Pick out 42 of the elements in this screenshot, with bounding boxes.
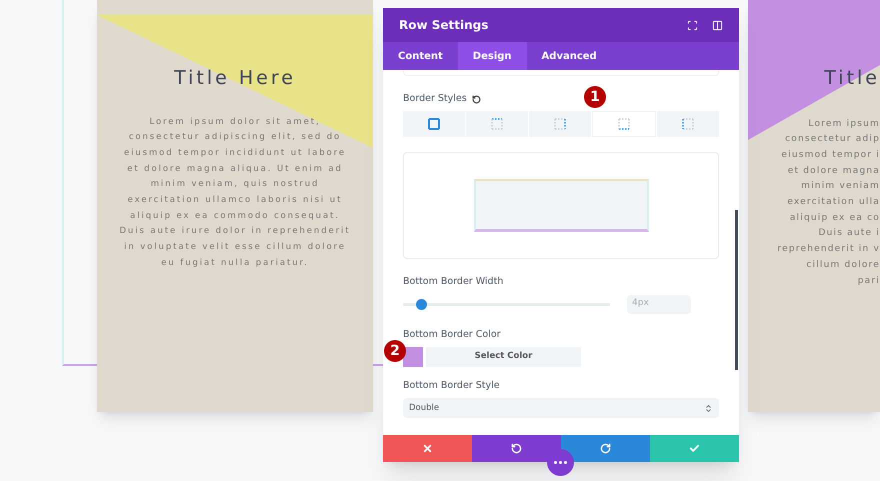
select-color-button[interactable]: Select Color bbox=[426, 346, 581, 367]
border-style-icon bbox=[554, 118, 566, 130]
modal-title: Row Settings bbox=[399, 17, 488, 34]
reset-icon[interactable] bbox=[472, 94, 481, 104]
style-select[interactable]: Double bbox=[403, 398, 719, 418]
card-body-text: Lorem ipsum dolor sit amet, consectetur adipiscing elit, sed do eiusmod tempor incididunt ut labore et dolore magna aliqua. Ut enim ad minim veniam, quis nostrud exercitation ullamco laboris nisi ut aliquip ex ea commodo consequat. Duis aute irure dolor in reprehenderit in voluptate velit esse cillum dolore eu fugiat nulla pariatur. bbox=[118, 116, 352, 270]
expand-icon[interactable] bbox=[687, 20, 698, 30]
card-title: Title Here bbox=[174, 66, 296, 91]
card-body-line: cillum dolore bbox=[806, 258, 880, 272]
card-body-line: Duis aute i bbox=[818, 227, 880, 240]
border-style-icon bbox=[682, 118, 694, 130]
card-body-line: Lorem ipsum bbox=[808, 118, 880, 130]
card-body-line: consectetur adip bbox=[785, 133, 880, 146]
undo-icon bbox=[511, 443, 522, 454]
border-style-option[interactable] bbox=[403, 111, 465, 138]
card-body-line: pari bbox=[858, 274, 880, 288]
tab[interactable]: Design bbox=[458, 42, 527, 70]
card-body-line: exercitation ulla bbox=[787, 196, 880, 210]
field-label: Bottom Border Style bbox=[403, 378, 501, 393]
close-icon bbox=[422, 443, 433, 454]
redo-button[interactable] bbox=[561, 435, 650, 462]
card-title: Title bbox=[824, 66, 880, 91]
field-label: Bottom Border Color bbox=[403, 328, 502, 342]
field-label: Bottom Border Width bbox=[403, 275, 504, 290]
check-icon bbox=[689, 443, 700, 454]
card-body-line: eiusmod tempor i bbox=[781, 148, 880, 162]
tab[interactable]: Content bbox=[383, 42, 458, 70]
field-label: Border Styles bbox=[403, 92, 467, 106]
slider-thumb[interactable] bbox=[416, 298, 428, 310]
border-style-icon bbox=[618, 118, 630, 130]
redo-icon bbox=[600, 443, 611, 454]
select-caret-icon bbox=[704, 404, 713, 412]
card-body-line: et dolore magna bbox=[788, 164, 880, 178]
card-body-line: minim veniam bbox=[801, 180, 880, 194]
card-body-line: aliquip ex ea co bbox=[790, 212, 880, 225]
border-style-icon bbox=[428, 118, 440, 130]
border-style-icon bbox=[491, 118, 503, 130]
sidebar-icon[interactable] bbox=[712, 20, 723, 30]
tab[interactable]: Advanced bbox=[526, 42, 612, 70]
color-swatch[interactable] bbox=[403, 346, 423, 367]
ellipsis-icon bbox=[554, 461, 567, 464]
card-body-line: reprehenderit in v bbox=[777, 243, 880, 256]
